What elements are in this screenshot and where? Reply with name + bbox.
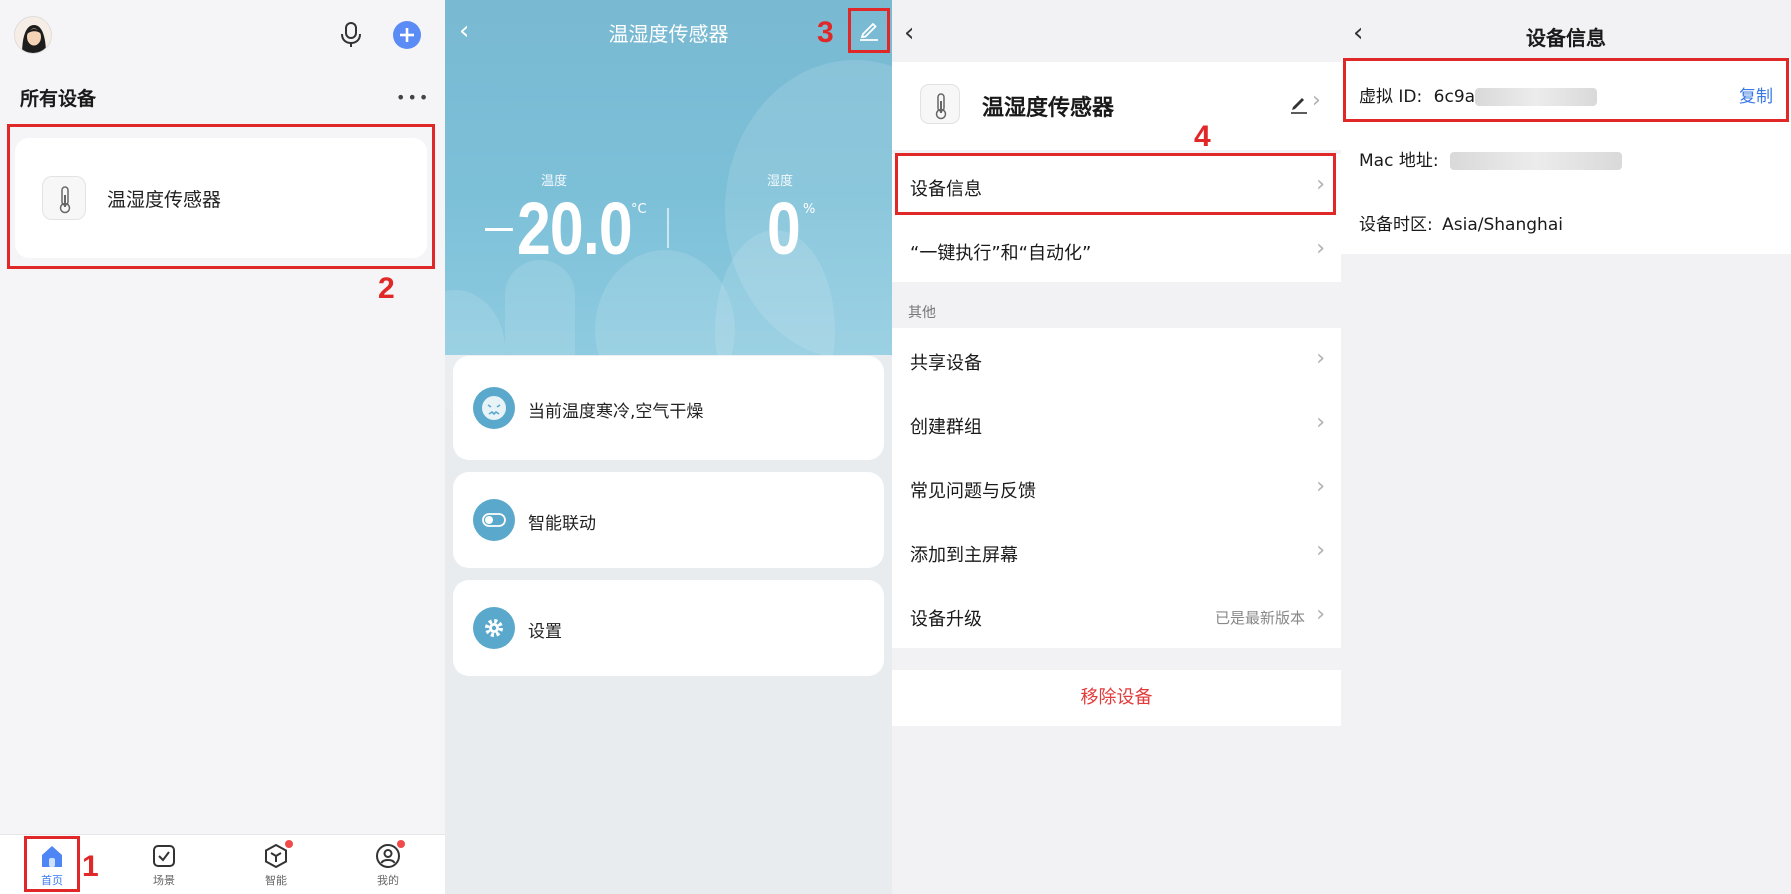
smart-link-card[interactable]: 智能联动 [453, 472, 884, 568]
humidity-value: 0 [767, 187, 801, 270]
highlight-box-step-4 [895, 153, 1336, 215]
redacted-blur [1449, 152, 1622, 170]
notification-dot [397, 840, 405, 848]
timezone-label: 设备时区: [1359, 215, 1433, 235]
row-share-device[interactable]: 共享设备 › [892, 328, 1341, 392]
page-title: 所有设备 [20, 88, 97, 110]
add-device-icon[interactable] [392, 20, 422, 50]
home-screen: 所有设备 ••• 温湿度传感器 2 首页 场景 智能 我的 1 [0, 0, 445, 894]
row-label: 创建群组 [910, 417, 982, 438]
step-number-1: 1 [82, 850, 99, 883]
mac-address-row: Mac 地址: [1359, 146, 1622, 171]
remove-device-button[interactable]: 移除设备 [892, 670, 1341, 726]
highlight-box-virtual-id [1343, 58, 1789, 122]
thermometer-icon [920, 84, 960, 124]
microphone-icon[interactable] [340, 22, 362, 48]
more-icon[interactable]: ••• [396, 88, 430, 107]
toggle-icon [473, 499, 515, 541]
temperature-unit: °C [631, 202, 647, 217]
tab-smart[interactable]: 智能 [246, 840, 306, 888]
minus-sign [485, 228, 513, 231]
temperature-value: 20.0 [517, 187, 633, 270]
row-label: 常见问题与反馈 [910, 481, 1036, 502]
pencil-icon[interactable] [1288, 92, 1310, 114]
scene-check-icon [151, 843, 177, 869]
back-icon[interactable]: ‹ [904, 18, 914, 48]
device-name: 温湿度传感器 [982, 96, 1115, 121]
settings-label: 设置 [528, 622, 562, 642]
row-faq-feedback[interactable]: 常见问题与反馈 › [892, 456, 1341, 520]
timezone-value: Asia/Shanghai [1442, 215, 1563, 235]
highlight-box-step-1 [24, 836, 80, 892]
highlight-box-step-2 [7, 124, 435, 269]
profile-icon [375, 840, 405, 869]
chevron-right-icon: › [1316, 538, 1325, 563]
chevron-right-icon: › [1316, 346, 1325, 371]
row-label: 共享设备 [910, 353, 982, 374]
chevron-right-icon: › [1316, 474, 1325, 499]
mac-address-label: Mac 地址: [1359, 151, 1439, 171]
row-label: “一键执行”和“自动化” [910, 243, 1092, 264]
chevron-right-icon: › [1312, 88, 1321, 113]
device-header[interactable]: 温湿度传感器 › [892, 62, 1341, 150]
settings-card[interactable]: 设置 [453, 580, 884, 676]
face-cold-icon [473, 387, 515, 429]
page-title: 设备信息 [1526, 26, 1606, 50]
row-create-group[interactable]: 创建群组 › [892, 392, 1341, 456]
sensor-detail-screen: ‹ 温湿度传感器 3 温度 20.0 °C 湿度 0 % 当前温度寒冷,空气干燥… [445, 0, 892, 894]
timezone-row: 设备时区: Asia/Shanghai [1359, 210, 1563, 235]
step-number-2: 2 [378, 272, 395, 305]
step-number-4: 4 [1194, 120, 1211, 153]
status-card[interactable]: 当前温度寒冷,空气干燥 [453, 356, 884, 460]
row-label: 设备升级 [910, 609, 982, 630]
row-add-home-screen[interactable]: 添加到主屏幕 › [892, 520, 1341, 584]
row-automation[interactable]: “一键执行”和“自动化” › [892, 218, 1341, 282]
tab-label: 智能 [265, 874, 287, 887]
chevron-right-icon: › [1316, 410, 1325, 435]
tab-label: 场景 [153, 874, 175, 887]
avatar[interactable] [14, 16, 52, 54]
sky-background [445, 0, 892, 430]
step-number-3: 3 [817, 16, 834, 49]
row-value: 已是最新版本 [1214, 609, 1305, 627]
device-settings-screen: ‹ 温湿度传感器 › 设备信息 › 4 “一键执行”和“自动化” › 其他 共享… [892, 0, 1341, 894]
chevron-right-icon: › [1316, 602, 1325, 627]
row-device-upgrade[interactable]: 设备升级 已是最新版本 › [892, 584, 1341, 648]
tab-label: 我的 [377, 874, 399, 887]
user-avatar-icon [15, 17, 51, 53]
metric-divider [667, 208, 669, 248]
section-header: 其他 [908, 305, 936, 321]
gear-icon [473, 607, 515, 649]
row-label: 添加到主屏幕 [910, 545, 1018, 566]
tab-scene[interactable]: 场景 [134, 843, 194, 888]
smart-link-label: 智能联动 [528, 514, 596, 534]
notification-dot [285, 840, 293, 848]
tab-profile[interactable]: 我的 [358, 840, 418, 888]
chevron-right-icon: › [1316, 236, 1325, 261]
device-info-screen: ‹ 设备信息 虚拟 ID: 6c9a 复制 Mac 地址: 设备时区: Asia… [1341, 0, 1791, 894]
smart-cube-icon [263, 840, 293, 869]
humidity-unit: % [803, 202, 816, 217]
status-text: 当前温度寒冷,空气干燥 [528, 402, 704, 422]
highlight-box-step-3 [848, 8, 890, 53]
